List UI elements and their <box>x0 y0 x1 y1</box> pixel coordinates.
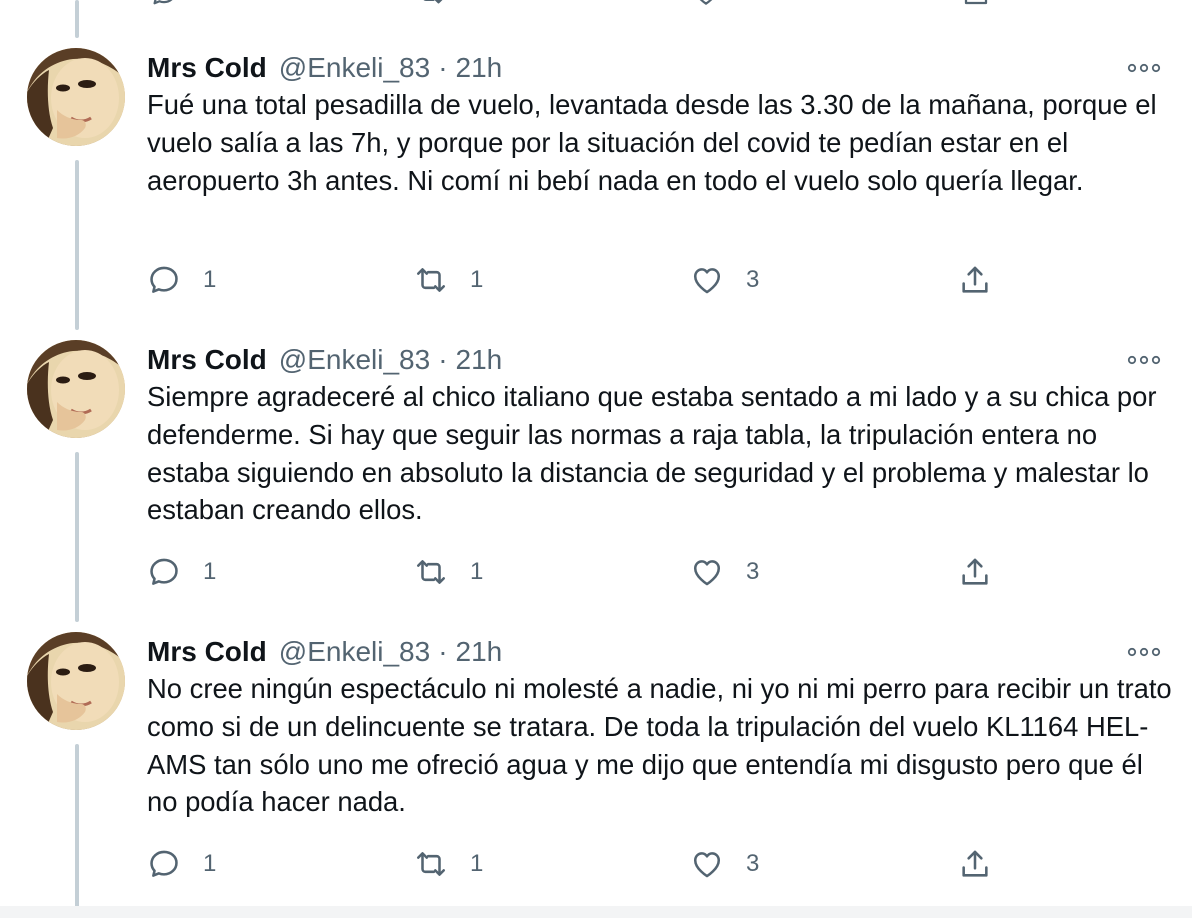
thread-line <box>75 0 79 38</box>
more-dots-icon[interactable] <box>1126 346 1162 374</box>
display-name[interactable]: Mrs Cold <box>147 344 267 376</box>
reply-count: 1 <box>203 850 217 877</box>
like-count: 3 <box>746 850 760 877</box>
like-icon[interactable] <box>690 0 722 8</box>
reply-button[interactable]: 1 <box>147 260 216 300</box>
reply-button[interactable]: 1 <box>147 844 216 884</box>
reply-button[interactable]: 1 <box>147 552 216 592</box>
separator-dot: · <box>438 52 448 83</box>
tweet[interactable]: Mrs Cold @Enkeli_83 · 21h No cree ningún… <box>0 632 1192 924</box>
share-button[interactable] <box>958 552 992 592</box>
more-dots-icon[interactable] <box>1126 638 1162 666</box>
more-dots-icon[interactable] <box>1126 54 1162 82</box>
reply-icon <box>147 847 181 881</box>
separator-dot: · <box>438 344 448 375</box>
display-name[interactable]: Mrs Cold <box>147 52 267 84</box>
retweet-icon <box>414 847 448 881</box>
like-count: 3 <box>746 266 760 293</box>
heart-icon <box>690 555 724 589</box>
user-handle[interactable]: @Enkeli_83 <box>279 344 430 376</box>
retweet-icon <box>414 555 448 589</box>
timestamp[interactable]: 21h <box>456 344 503 376</box>
heart-icon <box>690 847 724 881</box>
tweet-header: Mrs Cold @Enkeli_83 · 21h <box>147 48 502 88</box>
timestamp[interactable]: 21h <box>456 636 503 668</box>
reply-icon <box>147 263 181 297</box>
share-icon[interactable] <box>960 0 992 8</box>
tweet-header: Mrs Cold @Enkeli_83 · 21h <box>147 632 502 672</box>
tweet[interactable]: Mrs Cold @Enkeli_83 · 21h Siempre agrade… <box>0 340 1192 632</box>
tweet-text: No cree ningún espectáculo ni molesté a … <box>147 673 1172 818</box>
timestamp[interactable]: 21h <box>456 52 503 84</box>
retweet-button[interactable]: 1 <box>414 844 483 884</box>
retweet-count: 1 <box>470 558 484 585</box>
share-button[interactable] <box>958 260 992 300</box>
share-icon <box>958 555 992 589</box>
user-handle[interactable]: @Enkeli_83 <box>279 52 430 84</box>
tweet-actions: 1 1 3 <box>0 552 1192 592</box>
retweet-button[interactable]: 1 <box>414 552 483 592</box>
tweet-text: Siempre agradeceré al chico italiano que… <box>147 381 1157 526</box>
reply-count: 1 <box>203 558 217 585</box>
avatar[interactable] <box>27 340 125 438</box>
retweet-icon <box>414 263 448 297</box>
reply-count: 1 <box>203 266 217 293</box>
retweet-count: 1 <box>470 266 484 293</box>
like-button[interactable]: 3 <box>690 260 759 300</box>
user-handle[interactable]: @Enkeli_83 <box>279 636 430 668</box>
tweet-text: Fué una total pesadilla de vuelo, levant… <box>147 89 1157 196</box>
tweet-actions: 1 1 3 <box>0 260 1192 300</box>
like-button[interactable]: 3 <box>690 552 759 592</box>
heart-icon <box>690 263 724 297</box>
like-button[interactable]: 3 <box>690 844 759 884</box>
like-count: 3 <box>746 558 760 585</box>
retweet-icon[interactable] <box>415 0 447 8</box>
reply-icon <box>147 555 181 589</box>
tweet[interactable]: Mrs Cold @Enkeli_83 · 21h Fué una total … <box>0 48 1192 340</box>
separator-dot: · <box>438 636 448 667</box>
display-name[interactable]: Mrs Cold <box>147 636 267 668</box>
tweet-actions: 1 1 3 <box>0 844 1192 884</box>
next-section-edge <box>0 906 1192 918</box>
avatar[interactable] <box>27 48 125 146</box>
reply-icon[interactable] <box>148 0 180 8</box>
share-button[interactable] <box>958 844 992 884</box>
retweet-button[interactable]: 1 <box>414 260 483 300</box>
previous-tweet-actions <box>0 0 1192 8</box>
avatar[interactable] <box>27 632 125 730</box>
tweet-header: Mrs Cold @Enkeli_83 · 21h <box>147 340 502 380</box>
share-icon <box>958 263 992 297</box>
share-icon <box>958 847 992 881</box>
retweet-count: 1 <box>470 850 484 877</box>
